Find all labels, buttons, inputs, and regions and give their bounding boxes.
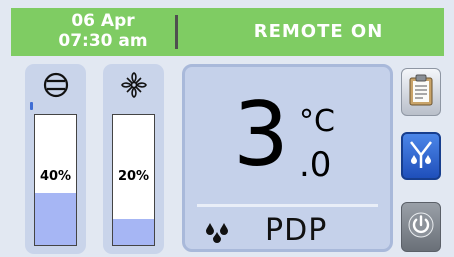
gauge-tick bbox=[30, 102, 33, 110]
power-button[interactable] bbox=[401, 202, 441, 252]
fan-percent: 20% bbox=[117, 169, 150, 184]
temperature-unit: °C bbox=[299, 104, 335, 139]
clipboard-icon bbox=[408, 74, 434, 110]
drain-button[interactable] bbox=[401, 132, 441, 180]
fan-bar: 20% bbox=[112, 114, 155, 246]
compressor-percent: 40% bbox=[39, 169, 72, 184]
fan-gauge[interactable]: 20% bbox=[103, 64, 164, 254]
fan-icon bbox=[103, 70, 164, 100]
compressor-bar-fill bbox=[35, 193, 76, 245]
compressor-icon bbox=[25, 70, 86, 100]
time-label: 07:30 am bbox=[58, 31, 148, 51]
fan-bar-fill bbox=[113, 219, 154, 245]
status-bar: 06 Apr 07:30 am REMOTE ON bbox=[11, 8, 444, 56]
dew-point-display[interactable]: 3 °C .0 PDP bbox=[182, 64, 393, 252]
water-drops-icon bbox=[205, 221, 229, 243]
measurement-mode: PDP bbox=[265, 213, 328, 248]
temperature-integer: 3 bbox=[233, 83, 289, 186]
report-button[interactable] bbox=[401, 68, 441, 116]
power-icon bbox=[407, 211, 435, 243]
date-label: 06 Apr bbox=[71, 11, 135, 31]
temperature-decimal: .0 bbox=[299, 145, 332, 185]
date-time: 06 Apr 07:30 am bbox=[33, 11, 173, 51]
header-divider bbox=[175, 15, 178, 49]
compressor-bar: 40% bbox=[34, 114, 77, 246]
drain-icon bbox=[408, 138, 434, 174]
remote-status: REMOTE ON bbox=[253, 21, 384, 42]
display-divider bbox=[197, 204, 378, 207]
compressor-gauge[interactable]: 40% bbox=[25, 64, 86, 254]
